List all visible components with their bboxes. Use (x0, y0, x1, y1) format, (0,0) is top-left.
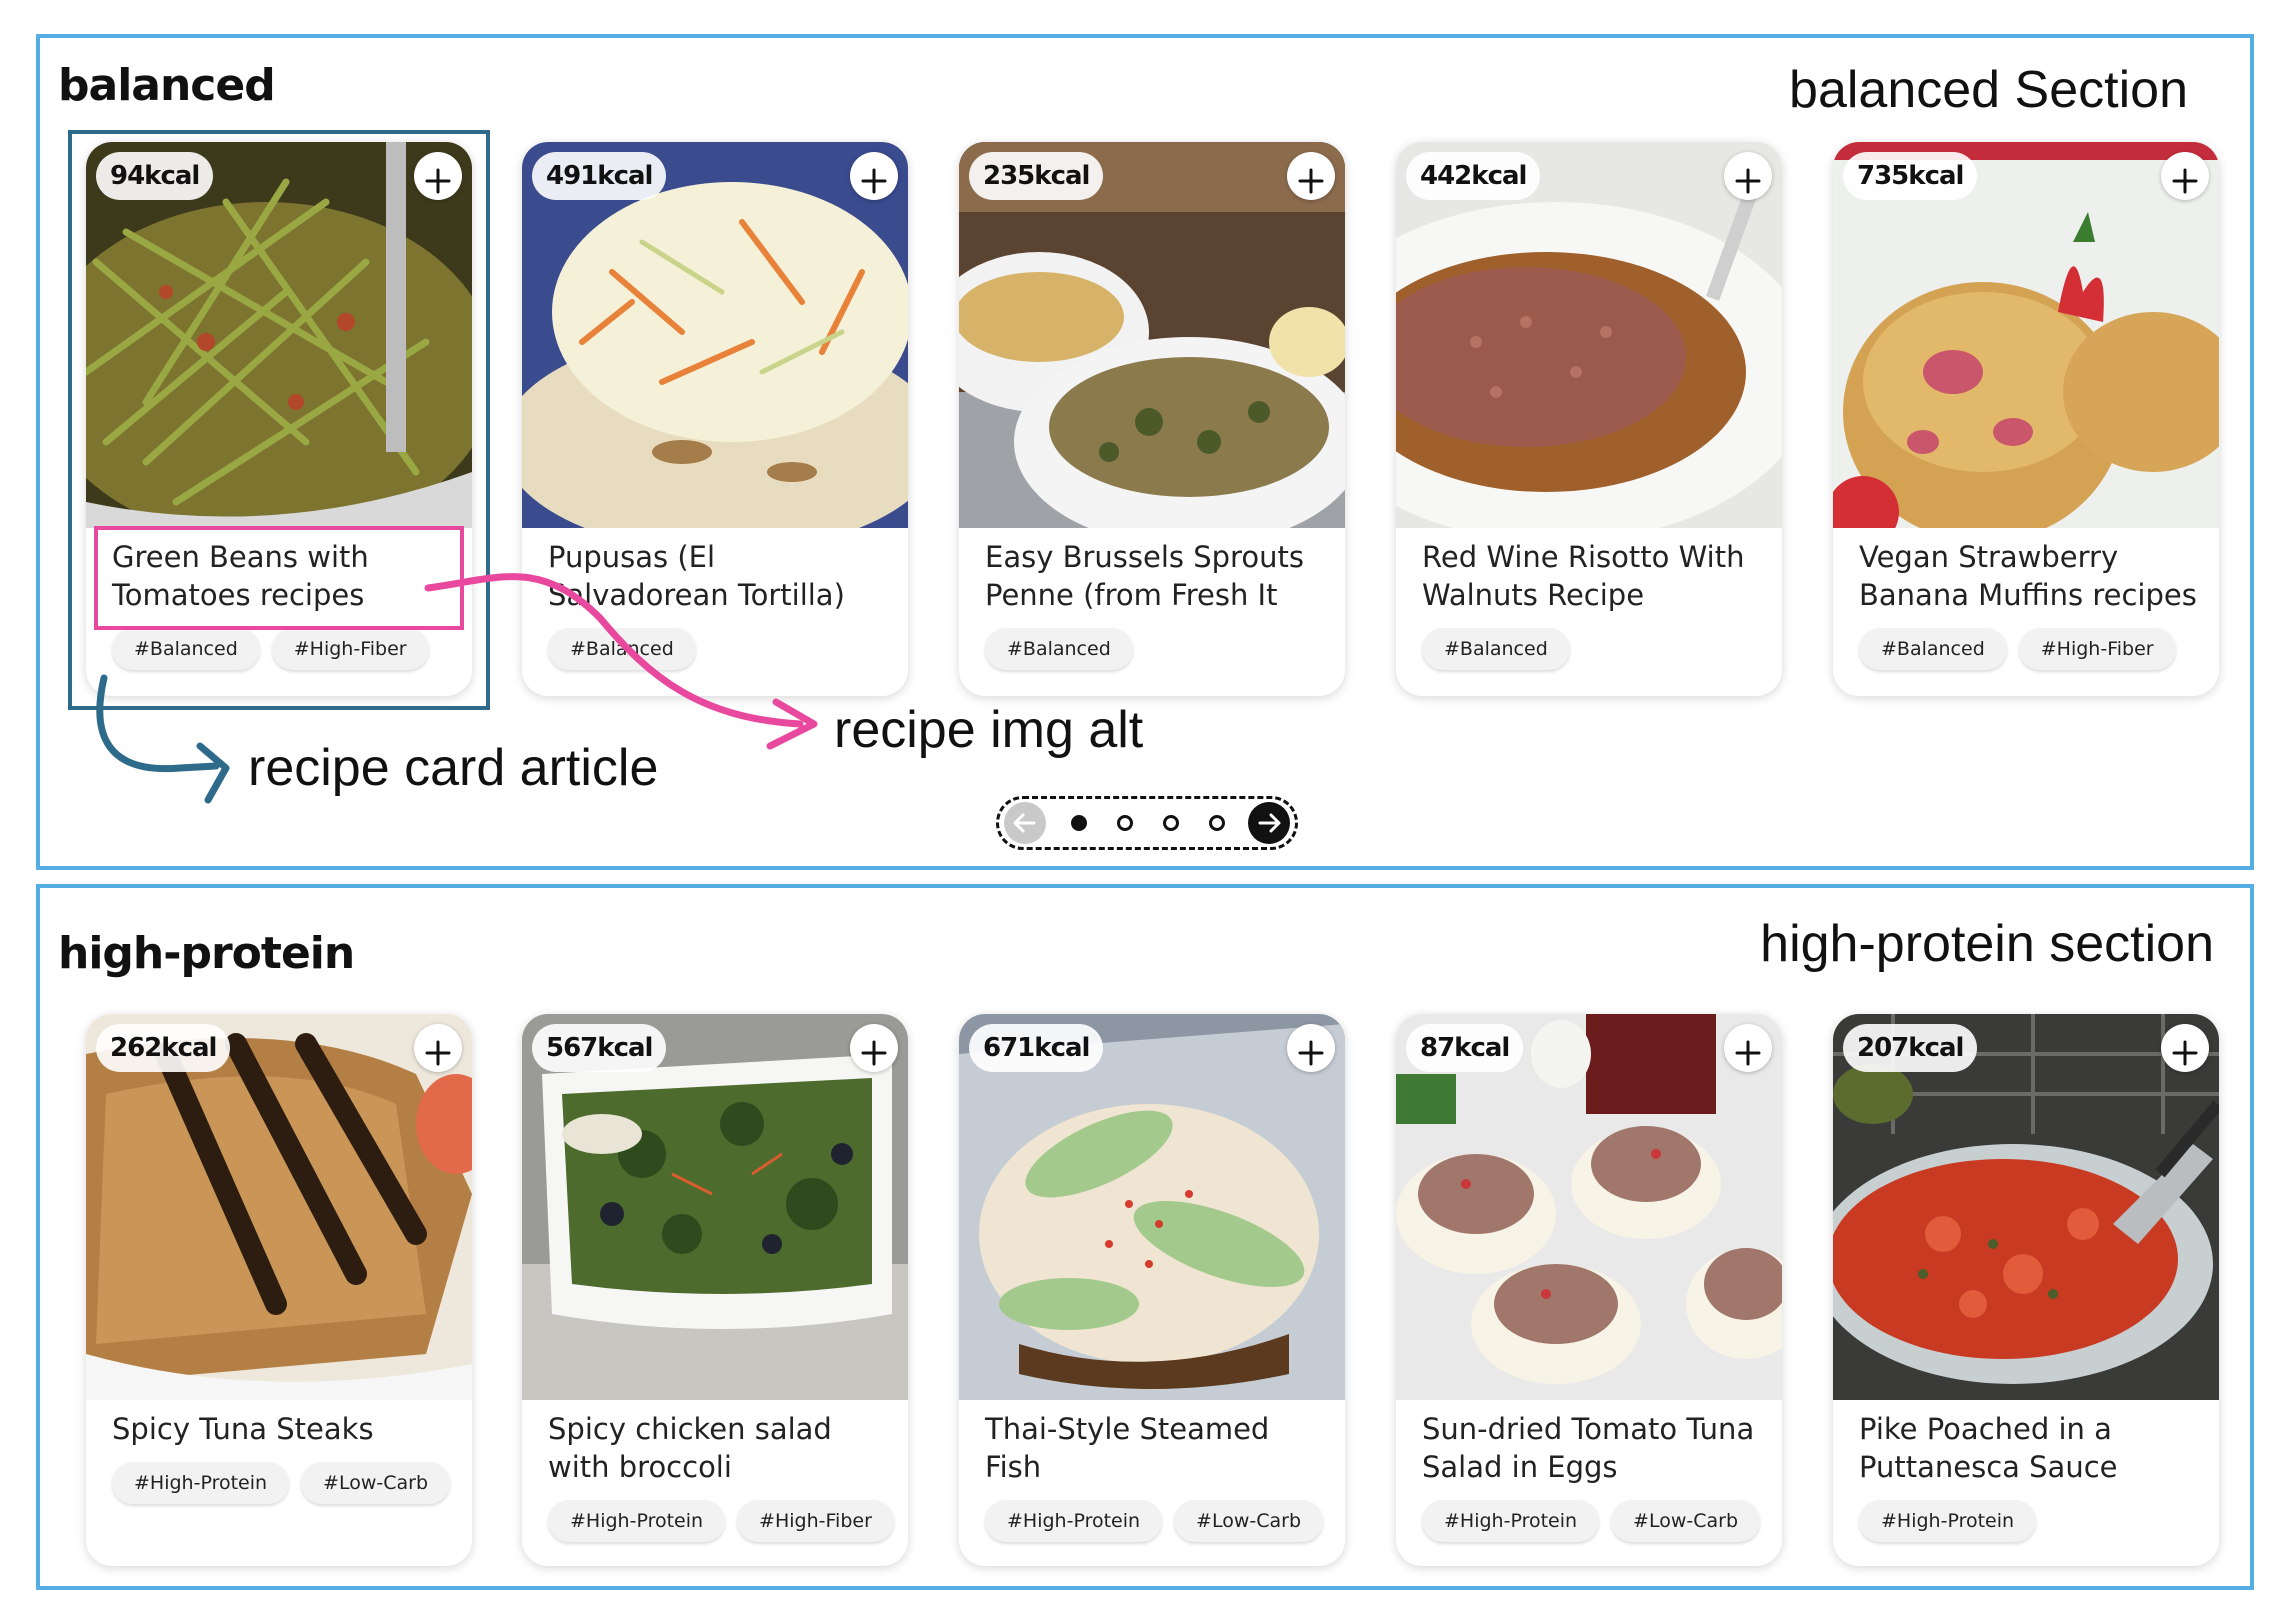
tag-chip[interactable]: #High-Protein (112, 1462, 290, 1504)
calorie-badge: 671kcal (969, 1024, 1104, 1072)
plus-icon (1298, 168, 1324, 194)
recipe-title: Green Beans with Tomatoes recipes (112, 540, 369, 612)
tag-list: #High-Protein #High-Fiber (548, 1500, 894, 1542)
add-recipe-button[interactable] (1287, 152, 1335, 200)
plus-icon (2172, 1040, 2198, 1066)
carousel-prev-button[interactable] (1004, 802, 1046, 844)
recipe-card[interactable]: 671kcal Thai-Style Steamed Fish #High-Pr… (959, 1014, 1345, 1566)
plus-icon (1298, 1040, 1324, 1066)
tag-list: #High-Protein #Low-Carb (1422, 1500, 1761, 1542)
add-recipe-button[interactable] (414, 152, 462, 200)
calorie-badge: 207kcal (1843, 1024, 1978, 1072)
calorie-badge: 262kcal (96, 1024, 231, 1072)
tag-chip[interactable]: #High-Protein (985, 1500, 1163, 1542)
add-recipe-button[interactable] (1724, 152, 1772, 200)
carousel-dot[interactable] (1163, 815, 1179, 831)
tag-chip[interactable]: #Low-Carb (301, 1462, 451, 1504)
balanced-section: balanced balanced Section 94kcal Green B… (36, 34, 2254, 870)
tag-chip[interactable]: #Low-Carb (1611, 1500, 1761, 1542)
tag-chip[interactable]: #High-Protein (1422, 1500, 1600, 1542)
tag-chip[interactable]: #High-Protein (548, 1500, 726, 1542)
recipe-card[interactable]: 235kcal Easy Brussels Sprouts Penne (fro… (959, 142, 1345, 696)
calorie-badge: 94kcal (96, 152, 214, 200)
tag-chip[interactable]: #High-Fiber (2018, 628, 2176, 670)
calorie-badge: 87kcal (1406, 1024, 1524, 1072)
plus-icon (861, 1040, 887, 1066)
add-recipe-button[interactable] (414, 1024, 462, 1072)
add-recipe-button[interactable] (1287, 1024, 1335, 1072)
add-recipe-button[interactable] (2161, 152, 2209, 200)
recipe-card-row: 262kcal Spicy Tuna Steaks #High-Protein … (40, 888, 2250, 1586)
carousel-next-button[interactable] (1248, 802, 1290, 844)
tag-list: #High-Protein #Low-Carb (112, 1462, 451, 1504)
plus-icon (861, 168, 887, 194)
carousel-dot[interactable] (1209, 815, 1225, 831)
tag-chip[interactable]: #Balanced (1859, 628, 2007, 670)
tag-list: #Balanced (985, 628, 1133, 670)
recipe-title: Vegan Strawberry Banana Muffins recipes (1859, 540, 2197, 612)
recipe-card[interactable]: 94kcal Green Beans with Tomatoes recipes… (86, 142, 472, 696)
img-alt-annotation-label: recipe img alt (834, 701, 1144, 759)
add-recipe-button[interactable] (2161, 1024, 2209, 1072)
add-recipe-button[interactable] (1724, 1024, 1772, 1072)
calorie-badge: 567kcal (532, 1024, 667, 1072)
recipe-title: Pike Poached in a Puttanesca Sauce (1859, 1412, 2118, 1484)
tag-list: #Balanced (548, 628, 696, 670)
calorie-badge: 491kcal (532, 152, 667, 200)
tag-list: #Balanced #High-Fiber (1859, 628, 2176, 670)
tag-chip[interactable]: #Low-Carb (1174, 1500, 1324, 1542)
recipe-card[interactable]: 442kcal Red Wine Risotto With Walnuts Re… (1396, 142, 1782, 696)
tag-list: #High-Protein (1859, 1500, 2037, 1542)
recipe-title: Easy Brussels Sprouts Penne (from Fresh … (985, 540, 1304, 612)
tag-chip[interactable]: #Balanced (985, 628, 1133, 670)
recipe-title: Pupusas (El Salvadorean Tortilla) (548, 540, 845, 612)
tag-chip[interactable]: #Balanced (1422, 628, 1570, 670)
calorie-badge: 735kcal (1843, 152, 1978, 200)
calorie-badge: 235kcal (969, 152, 1104, 200)
recipe-title: Sun-dried Tomato Tuna Salad in Eggs (1422, 1412, 1755, 1484)
carousel-dot[interactable] (1117, 815, 1133, 831)
tag-chip[interactable]: #Balanced (548, 628, 696, 670)
calorie-badge: 442kcal (1406, 152, 1541, 200)
recipe-title: Thai-Style Steamed Fish (985, 1412, 1270, 1484)
tag-chip[interactable]: #High-Fiber (737, 1500, 894, 1542)
tag-chip[interactable]: #High-Fiber (271, 628, 429, 670)
tag-list: #High-Protein #Low-Carb (985, 1500, 1324, 1542)
plus-icon (1735, 1040, 1761, 1066)
plus-icon (2172, 168, 2198, 194)
card-annotation-label: recipe card article (248, 739, 659, 797)
recipe-title: Red Wine Risotto With Walnuts Recipe (1422, 540, 1745, 612)
recipe-card[interactable]: 735kcal Vegan Strawberry Banana Muffins … (1833, 142, 2219, 696)
tag-list: #Balanced #High-Fiber (112, 628, 429, 670)
arrow-left-icon (1013, 813, 1036, 833)
recipe-card[interactable]: 87kcal Sun-dried Tomato Tuna Salad in Eg… (1396, 1014, 1782, 1566)
recipe-card[interactable]: 262kcal Spicy Tuna Steaks #High-Protein … (86, 1014, 472, 1566)
tag-chip[interactable]: #Balanced (112, 628, 260, 670)
plus-icon (425, 1040, 451, 1066)
plus-icon (425, 168, 451, 194)
recipe-card[interactable]: 207kcal Pike Poached in a Puttanesca Sau… (1833, 1014, 2219, 1566)
carousel-dot-active[interactable] (1071, 815, 1087, 831)
tag-chip[interactable]: #High-Protein (1859, 1500, 2037, 1542)
carousel-pager (996, 796, 1298, 850)
recipe-title: Spicy Tuna Steaks (112, 1412, 374, 1446)
recipe-card[interactable]: 567kcal Spicy chicken salad with broccol… (522, 1014, 908, 1566)
tag-list: #Balanced (1422, 628, 1570, 670)
plus-icon (1735, 168, 1761, 194)
arrow-right-icon (1258, 813, 1281, 833)
recipe-title: Spicy chicken salad with broccoli (548, 1412, 832, 1484)
recipe-card[interactable]: 491kcal Pupusas (El Salvadorean Tortilla… (522, 142, 908, 696)
high-protein-section: high-protein high-protein section 262kca… (36, 884, 2254, 1590)
add-recipe-button[interactable] (850, 1024, 898, 1072)
add-recipe-button[interactable] (850, 152, 898, 200)
